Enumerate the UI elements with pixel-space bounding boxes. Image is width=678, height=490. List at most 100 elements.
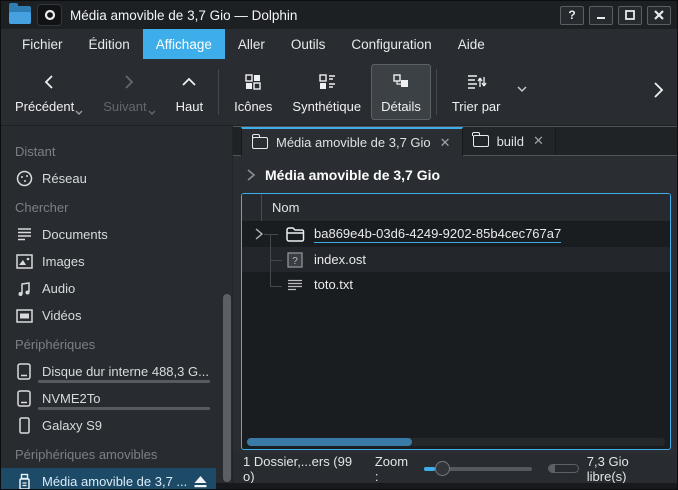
minimize-button[interactable] <box>589 6 613 25</box>
free-space-label: 7,3 Gio libre(s) <box>587 454 669 484</box>
svg-text:?: ? <box>292 256 298 267</box>
breadcrumb-location[interactable]: Média amovible de 3,7 Gio <box>265 167 440 183</box>
chevron-right-icon <box>246 169 256 181</box>
sort-by-button[interactable]: Trier par <box>442 64 511 120</box>
titlebar[interactable]: Média amovible de 3,7 Gio — Dolphin ? <box>1 1 677 29</box>
details-view-label: Détails <box>381 99 421 114</box>
document-lines-icon <box>15 226 33 244</box>
back-label: Précédent <box>15 99 74 114</box>
dolphin-app-icon <box>9 6 31 24</box>
chevron-down-icon[interactable] <box>75 110 83 116</box>
eject-icon <box>193 475 208 488</box>
text-file-icon <box>286 276 304 294</box>
help-icon: ? <box>568 9 575 21</box>
window-menu-button[interactable] <box>37 4 62 26</box>
section-peripheriques: Périphériques <box>1 329 232 358</box>
usb-drive-icon <box>15 473 33 490</box>
sort-by-label: Trier par <box>452 99 501 114</box>
close-button[interactable] <box>647 6 671 25</box>
sidebar-scrollbar[interactable] <box>223 294 231 482</box>
column-header[interactable]: Nom <box>242 194 670 222</box>
details-view-button[interactable]: Détails <box>371 64 431 120</box>
menu-affichage[interactable]: Affichage <box>143 29 225 59</box>
folder-icon <box>286 226 304 244</box>
places-panel: Distant Réseau Chercher Documents Images <box>1 126 233 483</box>
menu-aide[interactable]: Aide <box>445 29 498 59</box>
sidebar-item-nvme2to[interactable]: NVME2To <box>1 385 232 412</box>
toolbar-separator <box>218 69 219 115</box>
sidebar-item-documents[interactable]: Documents <box>1 221 232 248</box>
sidebar-item-reseau[interactable]: Réseau <box>1 165 232 192</box>
chevron-right-icon <box>651 81 665 99</box>
file-view: Nom ba869e4b-03d6-4249-9202-85b4cec767a7 <box>241 193 671 450</box>
sidebar-item-label: Média amovible de 3,7 ... <box>42 474 187 489</box>
chevron-right-icon <box>121 70 137 94</box>
harddrive-icon <box>15 363 33 381</box>
expand-chevron-icon[interactable] <box>254 228 264 243</box>
tab-label: Média amovible de 3,7 Gio <box>276 135 431 150</box>
tab-build[interactable]: build ✕ <box>463 127 556 155</box>
up-button[interactable]: Haut <box>166 64 213 120</box>
menu-edition[interactable]: Édition <box>76 29 143 59</box>
tree-line <box>264 234 278 235</box>
tree-line <box>270 260 282 261</box>
folder-icon <box>252 137 268 149</box>
compact-view-label: Synthétique <box>292 99 361 114</box>
image-icon <box>15 253 33 271</box>
sidebar-item-images[interactable]: Images <box>1 248 232 275</box>
menu-aller[interactable]: Aller <box>225 29 278 59</box>
menu-outils[interactable]: Outils <box>278 29 339 59</box>
icons-view-icon <box>244 70 262 94</box>
sidebar-item-disque-dur-interne[interactable]: Disque dur interne 488,3 G... <box>1 358 232 385</box>
toolbar-overflow-button[interactable] <box>651 81 665 104</box>
sidebar-item-galaxy-s9[interactable]: Galaxy S9 <box>1 412 232 439</box>
details-view-icon <box>392 70 410 94</box>
compact-view-button[interactable]: Synthétique <box>282 64 371 120</box>
horizontal-scrollbar[interactable] <box>247 438 412 446</box>
file-row-toto-txt[interactable]: toto.txt <box>242 272 670 297</box>
forward-label: Suivant <box>103 99 146 114</box>
forward-button[interactable]: Suivant <box>93 64 165 120</box>
unknown-file-icon: ? <box>286 251 304 269</box>
section-chercher: Chercher <box>1 192 232 221</box>
sidebar-item-label: Réseau <box>42 171 87 186</box>
toolbar: Précédent Suivant Haut <box>1 59 677 125</box>
sidebar-item-videos[interactable]: Vidéos <box>1 302 232 329</box>
file-name[interactable]: ba869e4b-03d6-4249-9202-85b4cec767a7 <box>314 226 561 243</box>
breadcrumb[interactable]: Média amovible de 3,7 Gio <box>233 156 677 193</box>
menu-configuration[interactable]: Configuration <box>338 29 444 59</box>
tab-label: build <box>497 134 524 149</box>
sidebar-item-audio[interactable]: Audio <box>1 275 232 302</box>
items-summary: 1 Dossier,...ers (99 o) <box>243 454 363 484</box>
file-row-folder[interactable]: ba869e4b-03d6-4249-9202-85b4cec767a7 <box>242 222 670 247</box>
file-name[interactable]: toto.txt <box>314 277 353 292</box>
tab-media-amovible[interactable]: Média amovible de 3,7 Gio ✕ <box>241 127 463 156</box>
back-button[interactable]: Précédent <box>5 64 93 120</box>
network-icon <box>15 170 33 188</box>
file-row-index-ost[interactable]: ? index.ost <box>242 247 670 272</box>
window-title: Média amovible de 3,7 Gio — Dolphin <box>70 8 560 23</box>
free-space-bar <box>548 464 579 473</box>
disk-usage-bar <box>38 407 210 410</box>
tab-close-icon[interactable]: ✕ <box>439 135 452 151</box>
section-distant: Distant <box>1 136 232 165</box>
tab-close-icon[interactable]: ✕ <box>532 133 545 149</box>
eject-button[interactable] <box>193 475 208 488</box>
expander-column <box>242 194 262 221</box>
maximize-button[interactable] <box>618 6 642 25</box>
icons-view-button[interactable]: Icônes <box>224 64 282 120</box>
chevron-down-icon[interactable] <box>516 85 528 93</box>
sidebar-item-label: Documents <box>42 227 108 242</box>
music-note-icon <box>15 280 33 298</box>
zoom-slider-handle[interactable] <box>435 461 450 476</box>
sidebar-item-label: Audio <box>42 281 75 296</box>
sidebar-item-media-amovible[interactable]: Média amovible de 3,7 ... <box>1 468 216 490</box>
zoom-slider[interactable] <box>424 461 532 477</box>
close-icon <box>654 10 664 20</box>
column-header-nom[interactable]: Nom <box>262 200 299 215</box>
tree-line <box>270 286 282 287</box>
menu-fichier[interactable]: Fichier <box>9 29 76 59</box>
folder-icon <box>473 135 489 147</box>
help-button[interactable]: ? <box>560 6 584 25</box>
file-name[interactable]: index.ost <box>314 252 366 267</box>
